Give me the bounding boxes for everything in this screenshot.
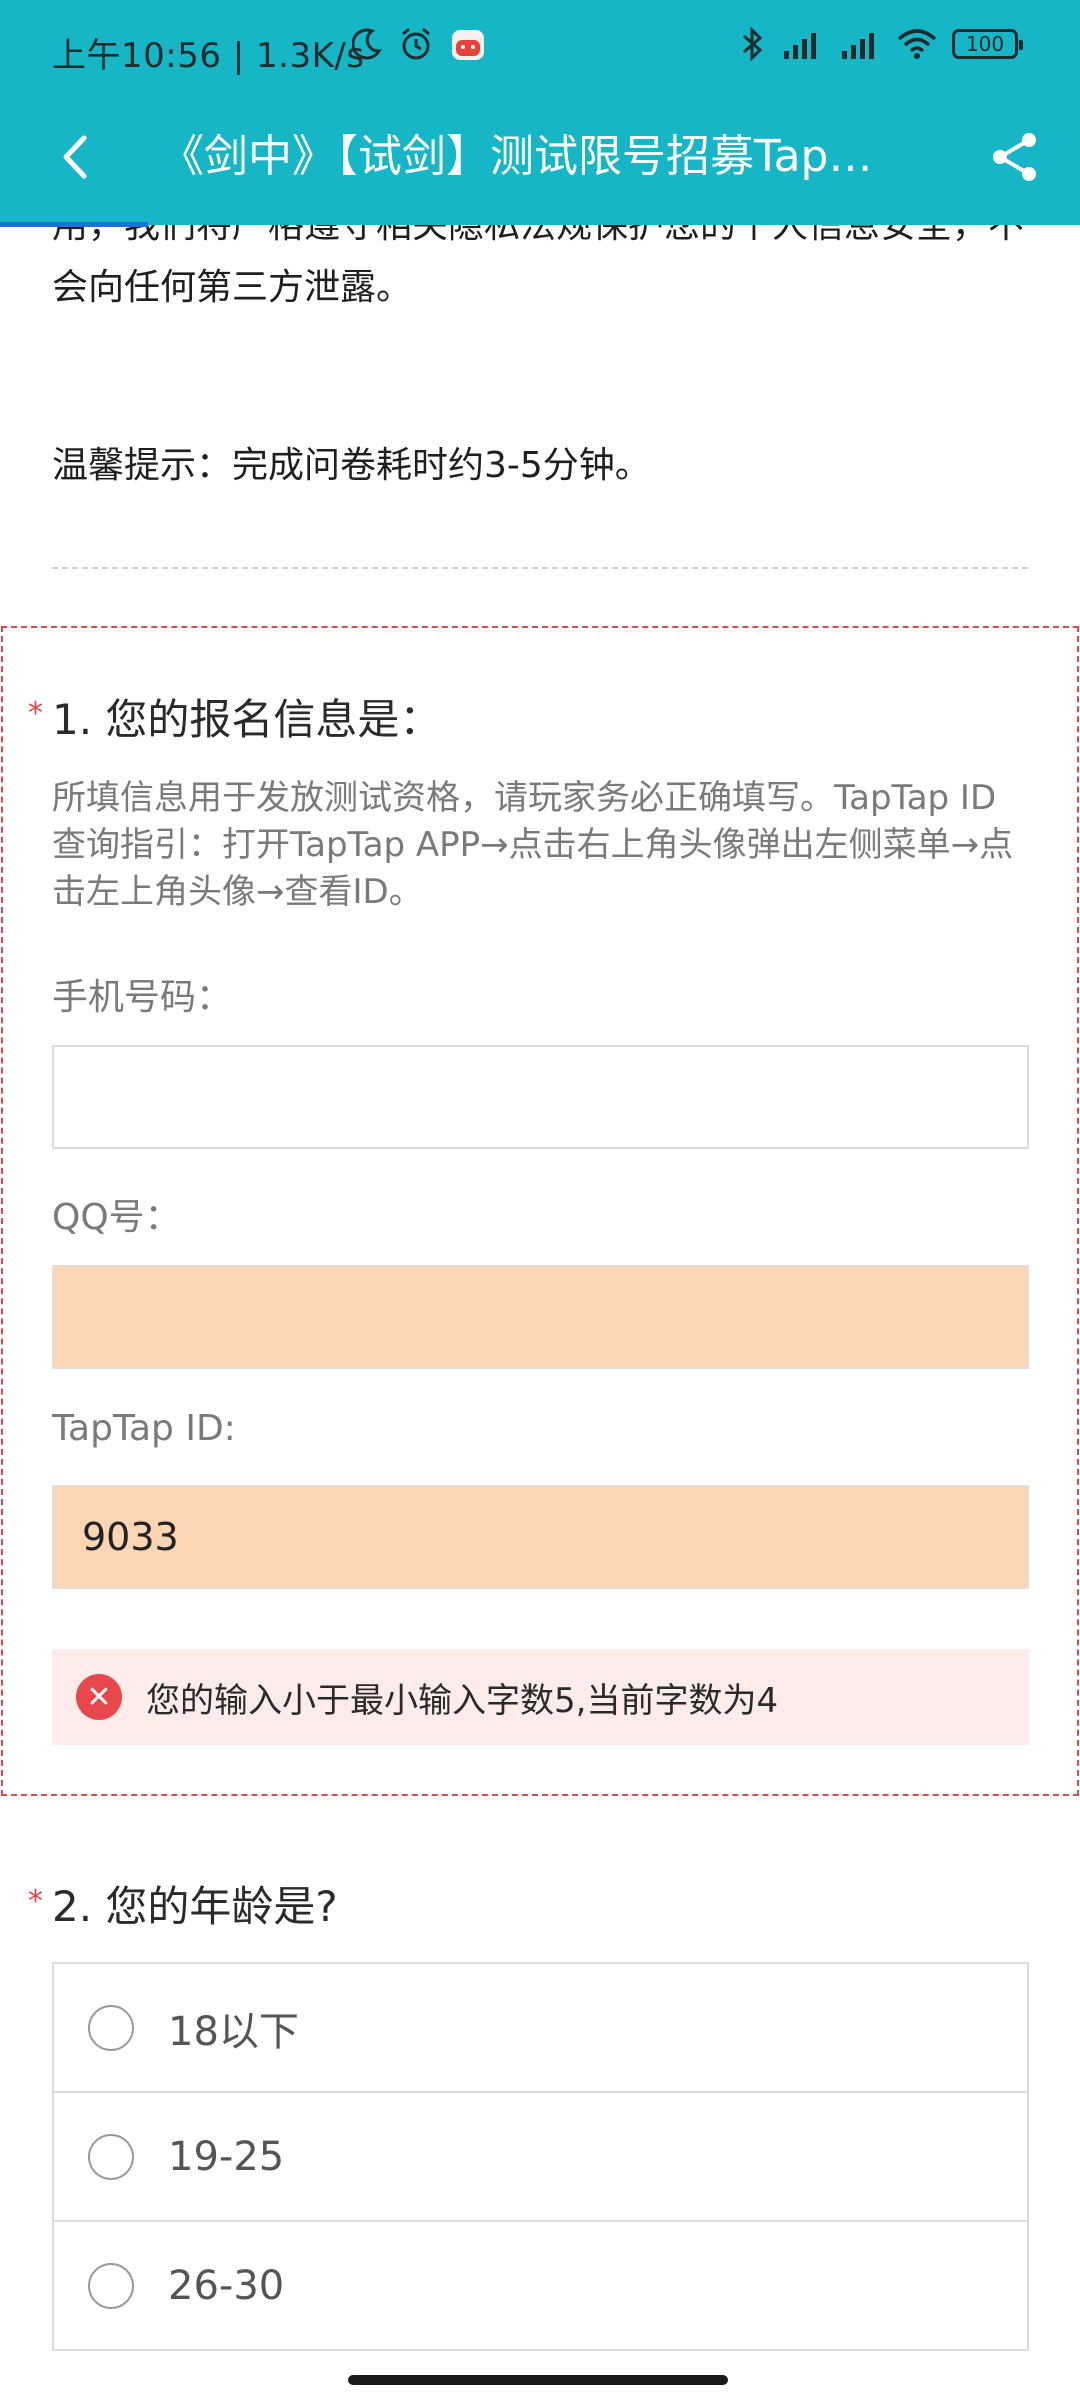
back-button[interactable] (40, 122, 110, 192)
question-2-title: 2. 您的年龄是? (52, 1882, 338, 1931)
phone-input[interactable] (52, 1045, 1029, 1149)
divider (52, 567, 1028, 569)
share-icon (993, 133, 1036, 181)
required-mark: * (28, 696, 43, 731)
app-notification-icon (450, 26, 486, 62)
age-option[interactable]: 26-30 (54, 2222, 1027, 2351)
question-1-description: 所填信息用于发放测试资格，请玩家务必正确填写。TapTap ID查询指引：打开T… (52, 778, 1014, 912)
tip-text: 温馨提示：完成问卷耗时约3-5分钟。 (52, 445, 651, 486)
qq-input[interactable] (52, 1265, 1029, 1369)
age-options: 18以下 19-25 26-30 (52, 1962, 1029, 2351)
share-button[interactable] (980, 122, 1050, 192)
radio-button[interactable] (88, 2133, 134, 2180)
age-option-label: 18以下 (168, 2008, 299, 2055)
status-bar: 上午10:56 | 1.3K/s 100 (0, 0, 1080, 100)
validation-error-text: 您的输入小于最小输入字数5,当前字数为4 (146, 1680, 779, 1721)
chevron-left-icon (63, 135, 87, 179)
age-option[interactable]: 19-25 (54, 2093, 1027, 2222)
age-option-label: 26-30 (168, 2262, 285, 2309)
required-mark: * (28, 1884, 43, 1919)
status-right-icons: 100 (740, 26, 1023, 62)
moon-icon (352, 27, 382, 61)
radio-button[interactable] (88, 2262, 134, 2309)
age-option[interactable]: 18以下 (54, 1964, 1027, 2093)
battery-indicator: 100 (952, 29, 1023, 59)
page-title: 《剑中》【试剑】测试限号招募Tap… (160, 131, 873, 182)
error-icon: ✕ (76, 1674, 122, 1720)
age-option-label: 19-25 (168, 2133, 285, 2180)
taptap-id-input[interactable]: 9033 (52, 1485, 1029, 1589)
signal-hd-icon (780, 27, 824, 61)
signal-icon (838, 27, 882, 61)
validation-error: ✕ 您的输入小于最小输入字数5,当前字数为4 (52, 1649, 1029, 1745)
alarm-icon (398, 26, 434, 62)
qq-label: QQ号： (52, 1197, 181, 1238)
title-bar: 《剑中》【试剑】测试限号招募Tap… (0, 100, 1080, 225)
scroll-progress-bar (0, 222, 148, 227)
app-header: 上午10:56 | 1.3K/s 100 《剑中》【试剑】测试限号招募Tap… (0, 0, 1080, 225)
taptap-id-label: TapTap ID: (52, 1408, 236, 1449)
phone-label: 手机号码： (52, 977, 233, 1018)
bluetooth-icon (740, 26, 766, 62)
home-indicator[interactable] (348, 2375, 728, 2385)
status-time: 上午10:56 | 1.3K/s (52, 36, 365, 76)
radio-button[interactable] (88, 2004, 134, 2051)
status-left-icons (352, 26, 486, 62)
wifi-icon (896, 27, 938, 61)
question-1-title: 1. 您的报名信息是： (52, 695, 442, 744)
